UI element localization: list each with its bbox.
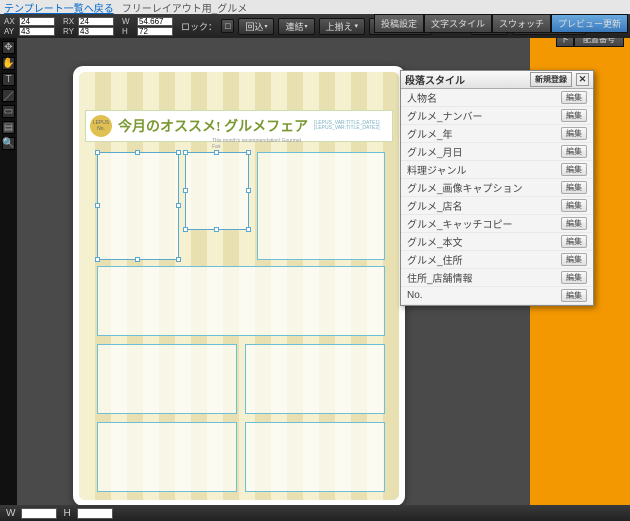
style-row[interactable]: グルメ_店名 編集	[401, 197, 593, 215]
hand-tool-icon[interactable]: ✋	[2, 57, 15, 70]
align-btn[interactable]: 上揃え▾	[319, 18, 366, 35]
image-frame-selected-2[interactable]	[185, 152, 249, 230]
canvas[interactable]: ト 配置番号 LEPUS No. 今月のオススメ! グルメフェア This mo…	[17, 38, 630, 505]
style-name: グルメ_住所	[407, 252, 463, 267]
style-row[interactable]: No. 編集	[401, 287, 593, 305]
title-tag-2: [LEPUS_VAR:TITLE_DATE2]	[314, 126, 379, 132]
style-row[interactable]: 料理ジャンル 編集	[401, 161, 593, 179]
edit-button[interactable]: 編集	[561, 271, 587, 284]
page: LEPUS No. 今月のオススメ! グルメフェア This month's r…	[73, 66, 405, 505]
breadcrumb: テンプレート一覧へ戻る フリーレイアウト用_グルメ	[0, 0, 630, 14]
side-tab-1[interactable]: ト	[556, 38, 574, 47]
edit-button[interactable]: 編集	[561, 127, 587, 140]
edit-button[interactable]: 編集	[561, 181, 587, 194]
style-name: グルメ_ナンバー	[407, 108, 483, 123]
title-frame[interactable]: LEPUS No. 今月のオススメ! グルメフェア This month's r…	[85, 110, 393, 142]
line-tool-icon[interactable]: ／	[2, 89, 15, 102]
ry-input[interactable]	[78, 27, 114, 36]
status-h-label: H	[63, 508, 70, 519]
style-name: グルメ_キャッチコピー	[407, 216, 513, 231]
edit-button[interactable]: 編集	[561, 235, 587, 248]
title-sub: This month's recommendation! Gourmet Fai…	[212, 138, 308, 150]
back-link[interactable]: テンプレート一覧へ戻る	[4, 0, 114, 15]
image-frame-selected-1[interactable]	[97, 152, 179, 260]
style-row[interactable]: グルメ_月日 編集	[401, 143, 593, 161]
w-input[interactable]	[137, 17, 173, 26]
badge-icon: LEPUS No.	[90, 115, 112, 137]
ax-input[interactable]	[19, 17, 55, 26]
paragraph-style-panel: 段落スタイル 新規登録 ✕ 人物名編集グルメ_ナンバー編集グルメ_年編集グルメ_…	[400, 70, 594, 306]
style-row[interactable]: グルメ_ナンバー 編集	[401, 107, 593, 125]
rect-tool-icon[interactable]: ▭	[2, 105, 15, 118]
pointer-tool-icon[interactable]: ✥	[2, 41, 15, 54]
text-frame-1[interactable]	[257, 152, 385, 260]
h-label: H	[122, 27, 136, 36]
style-row[interactable]: グルメ_画像キャプション 編集	[401, 179, 593, 197]
tab-post-settings[interactable]: 投稿設定	[374, 14, 424, 33]
text-frame-3[interactable]	[97, 344, 237, 414]
file-name: フリーレイアウト用_グルメ	[122, 0, 248, 15]
style-row[interactable]: グルメ_キャッチコピー 編集	[401, 215, 593, 233]
style-row[interactable]: グルメ_本文 編集	[401, 233, 593, 251]
side-tab-2[interactable]: 配置番号	[574, 38, 624, 47]
status-w-label: W	[6, 508, 15, 519]
style-row[interactable]: グルメ_年 編集	[401, 125, 593, 143]
title-text: 今月のオススメ! グルメフェア	[118, 116, 308, 136]
tab-swatch[interactable]: スウォッチ	[492, 14, 551, 33]
tab-preview-update[interactable]: プレビュー更新	[551, 14, 628, 33]
rx-label: RX	[63, 17, 77, 26]
style-name: 人物名	[407, 90, 437, 105]
panel-header[interactable]: 段落スタイル 新規登録 ✕	[401, 71, 593, 89]
new-register-button[interactable]: 新規登録	[530, 72, 572, 87]
edit-button[interactable]: 編集	[561, 289, 587, 302]
lock-label: ロック：	[181, 20, 217, 33]
text-frame-2[interactable]	[97, 266, 385, 336]
edit-button[interactable]: 編集	[561, 199, 587, 212]
ry-label: RY	[63, 27, 77, 36]
panel-title: 段落スタイル	[405, 72, 465, 87]
w-label: W	[122, 17, 136, 26]
text-frame-6[interactable]	[245, 422, 385, 492]
edit-button[interactable]: 編集	[561, 145, 587, 158]
close-icon[interactable]: ✕	[576, 73, 589, 86]
tool-sidebar: ✥ ✋ T ／ ▭ ▤ 🔍	[0, 38, 17, 505]
link-btn[interactable]: 連結▾	[278, 18, 314, 35]
text-tool-icon[interactable]: T	[2, 73, 15, 86]
text-frame-5[interactable]	[97, 422, 237, 492]
edit-button[interactable]: 編集	[561, 109, 587, 122]
style-row[interactable]: グルメ_住所 編集	[401, 251, 593, 269]
ay-label: AY	[4, 27, 18, 36]
panel-body: 人物名編集グルメ_ナンバー編集グルメ_年編集グルメ_月日編集料理ジャンル編集グル…	[401, 89, 593, 305]
h-input[interactable]	[137, 27, 173, 36]
style-name: グルメ_月日	[407, 144, 463, 159]
style-name: グルメ_年	[407, 126, 453, 141]
rx-input[interactable]	[78, 17, 114, 26]
tab-char-style[interactable]: 文字スタイル	[424, 14, 492, 33]
style-name: 住所_店舗情報	[407, 270, 473, 285]
lock-toggle[interactable]: □	[221, 19, 234, 33]
style-row[interactable]: 住所_店舗情報 編集	[401, 269, 593, 287]
ax-label: AX	[4, 17, 18, 26]
style-name: No.	[407, 290, 423, 301]
text-frame-4[interactable]	[245, 344, 385, 414]
status-w-input[interactable]	[21, 508, 57, 519]
wrap-btn[interactable]: 回込▾	[238, 18, 274, 35]
edit-button[interactable]: 編集	[561, 253, 587, 266]
style-name: グルメ_本文	[407, 234, 463, 249]
image-tool-icon[interactable]: ▤	[2, 121, 15, 134]
zoom-tool-icon[interactable]: 🔍	[2, 137, 15, 150]
style-name: グルメ_店名	[407, 198, 463, 213]
edit-button[interactable]: 編集	[561, 217, 587, 230]
style-row[interactable]: 人物名 編集	[401, 89, 593, 107]
status-bar: W H	[0, 505, 630, 521]
edit-button[interactable]: 編集	[561, 163, 587, 176]
style-name: 料理ジャンル	[407, 162, 467, 177]
style-name: グルメ_画像キャプション	[407, 180, 523, 195]
status-h-input[interactable]	[77, 508, 113, 519]
main-toolbar: AX AY RX RY W H ロック： □ 回込▾ 連結▾ 上揃え▾ 自動段間…	[0, 14, 630, 38]
edit-button[interactable]: 編集	[561, 91, 587, 104]
ay-input[interactable]	[19, 27, 55, 36]
